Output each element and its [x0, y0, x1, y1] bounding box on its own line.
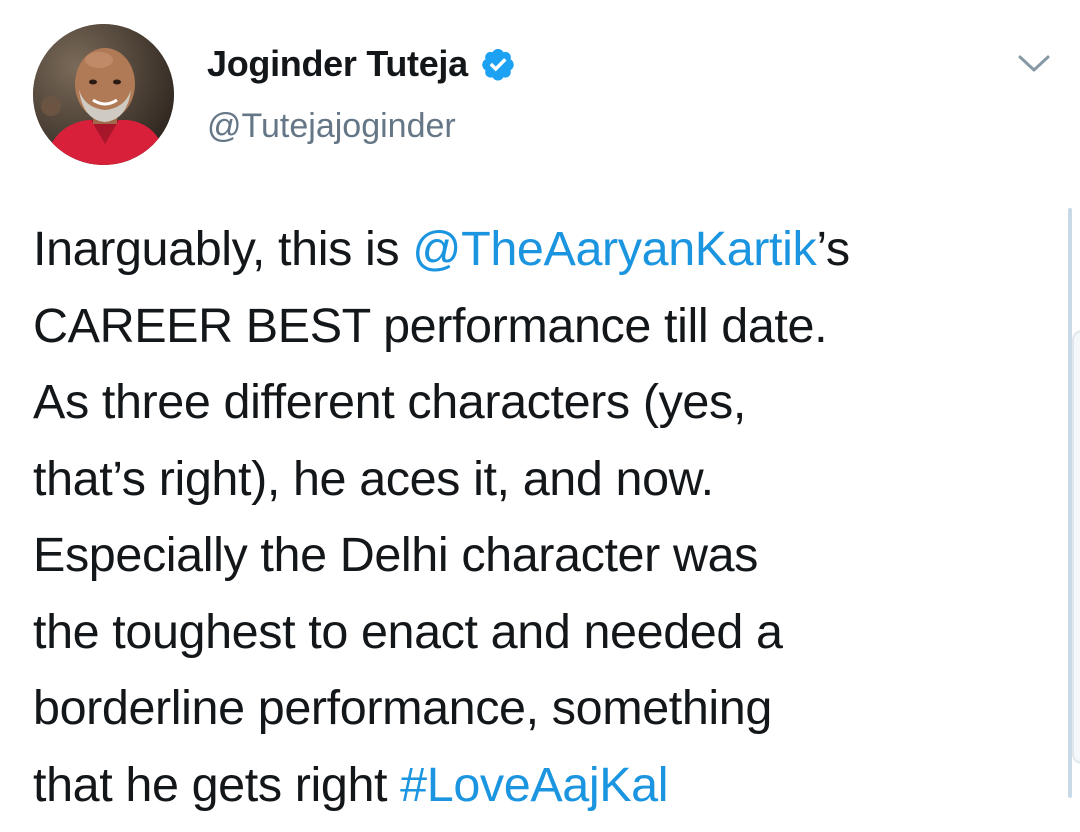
- name-row: Joginder Tuteja: [207, 42, 516, 86]
- user-handle[interactable]: @Tutejajoginder: [207, 107, 456, 146]
- adjacent-card-edge: [1072, 330, 1080, 764]
- tweet-card: Joginder Tuteja @Tutejajoginder Inarguab…: [0, 0, 1080, 832]
- avatar-photo-icon: [33, 24, 174, 165]
- tweet-text-segment: Especially the Delhi character was: [33, 528, 759, 582]
- tweet-text-line: Especially the Delhi character was: [33, 517, 1058, 594]
- tweet-text-line: that’s right), he aces it, and now.: [33, 441, 1058, 518]
- tweet-text-segment: that he gets right: [33, 757, 401, 812]
- tweet-text-line: that he gets right #LoveAajKal: [33, 747, 1058, 824]
- tweet-text-segment: ’s: [816, 222, 850, 276]
- tweet-text: Inarguably, this is @TheAaryanKartik’s CA…: [33, 211, 1058, 823]
- tweet-text-line: borderline performance, something: [33, 670, 1058, 747]
- verified-badge-icon: [480, 46, 516, 82]
- mention-link[interactable]: @TheAaryanKartik: [412, 222, 816, 276]
- hashtag-link[interactable]: #LoveAajKal: [400, 758, 668, 812]
- tweet-text-segment: borderline performance, something: [33, 681, 772, 735]
- tweet-text-segment: that’s right), he aces it, and now.: [33, 451, 714, 506]
- tweet-text-segment: Inarguably, this is: [33, 222, 413, 276]
- tweet-text-segment: CAREER BEST performance till date.: [33, 298, 828, 353]
- tweet-text-segment: the toughest to enact and needed a: [33, 604, 783, 659]
- display-name[interactable]: Joginder Tuteja: [207, 43, 468, 85]
- tweet-text-line: Inarguably, this is @TheAaryanKartik’s: [33, 211, 1058, 288]
- chevron-down-icon[interactable]: [1015, 50, 1053, 78]
- user-avatar[interactable]: [33, 24, 174, 165]
- tweet-text-segment: As three different characters (yes,: [33, 375, 746, 429]
- tweet-text-line: As three different characters (yes,: [33, 364, 1058, 441]
- tweet-text-line: the toughest to enact and needed a: [33, 594, 1058, 671]
- tweet-text-line: CAREER BEST performance till date.: [33, 288, 1058, 365]
